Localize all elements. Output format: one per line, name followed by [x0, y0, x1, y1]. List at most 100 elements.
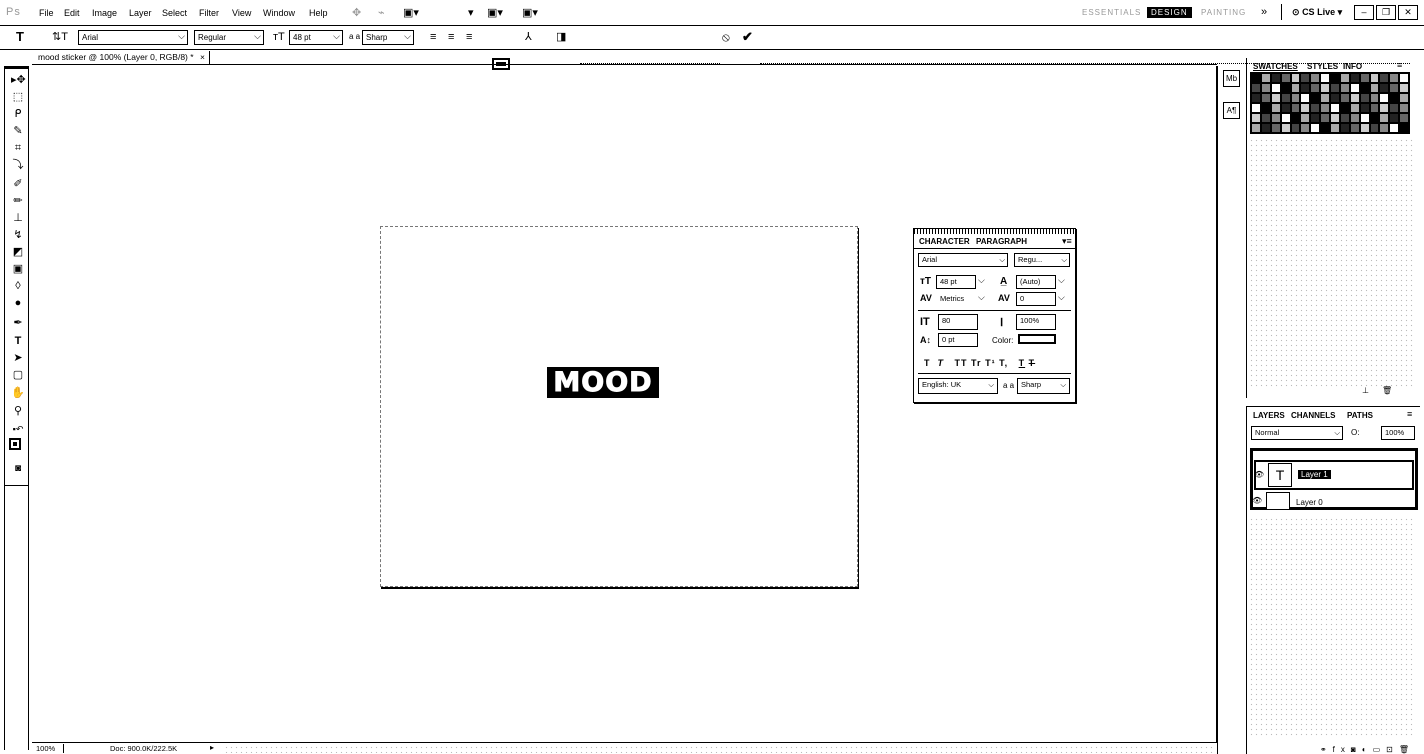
panel-grip[interactable]: [914, 229, 1075, 234]
swatch[interactable]: [1399, 103, 1409, 113]
visibility-eye-icon[interactable]: 👁: [1252, 496, 1262, 505]
char-baseline-field[interactable]: 0 pt: [938, 333, 978, 347]
blend-mode-select[interactable]: Normal ⌵: [1251, 426, 1343, 440]
swatch[interactable]: [1330, 83, 1340, 93]
swatch[interactable]: [1310, 93, 1321, 103]
swatch[interactable]: [1310, 73, 1321, 83]
tab-character[interactable]: CHARACTER: [919, 237, 970, 246]
clone-stamp-tool-icon[interactable]: ⊥: [11, 212, 25, 224]
swatch[interactable]: [1300, 103, 1311, 113]
swatch[interactable]: [1280, 73, 1291, 83]
brush-tool-icon[interactable]: ✏: [11, 195, 25, 207]
more-workspaces-button[interactable]: »: [1261, 6, 1267, 18]
font-style-select[interactable]: Regular ⌵: [194, 30, 264, 45]
swatch[interactable]: [1260, 93, 1271, 103]
crop-tool-icon[interactable]: ⌗: [11, 142, 25, 154]
cs-live-button[interactable]: ⊙ CS Live ▾: [1292, 7, 1342, 18]
swatch[interactable]: [1369, 93, 1380, 103]
swatch[interactable]: [1359, 103, 1370, 113]
close-button[interactable]: ✕: [1398, 5, 1418, 20]
document-tab[interactable]: mood sticker @ 100% (Layer 0, RGB/8) * ×: [34, 51, 210, 65]
char-font-family-select[interactable]: Arial ⌵: [918, 253, 1008, 267]
mask-icon[interactable]: ◙: [1351, 745, 1362, 754]
swatch[interactable]: [1260, 103, 1271, 113]
tab-swatches[interactable]: SWATCHES: [1253, 62, 1298, 71]
swatch[interactable]: [1389, 113, 1400, 123]
delete-layer-icon[interactable]: 🗑: [1399, 745, 1415, 754]
marquee-tool-icon[interactable]: ⬚: [11, 91, 25, 103]
char-horizontal-scale-field[interactable]: 100%: [1016, 314, 1056, 330]
swatch[interactable]: [1290, 93, 1301, 103]
swatch[interactable]: [1359, 93, 1370, 103]
swatch[interactable]: [1280, 113, 1291, 123]
swatch[interactable]: [1399, 93, 1409, 103]
swatch[interactable]: [1389, 83, 1400, 93]
char-font-style-select[interactable]: Regu... ⌵: [1014, 253, 1070, 267]
swatch[interactable]: [1379, 73, 1390, 83]
swatch[interactable]: [1369, 123, 1380, 133]
swatch[interactable]: [1320, 83, 1330, 93]
chevron-down-icon[interactable]: ⌵: [1058, 292, 1065, 303]
swatch[interactable]: [1290, 73, 1301, 83]
all-caps-button[interactable]: TT: [955, 358, 968, 368]
swatch[interactable]: [1339, 73, 1350, 83]
swatch[interactable]: [1379, 93, 1390, 103]
swatch[interactable]: [1369, 113, 1380, 123]
chevron-down-icon[interactable]: ⌵: [978, 275, 985, 286]
swatch[interactable]: [1300, 93, 1311, 103]
menu-select[interactable]: Select: [162, 8, 187, 18]
swatch[interactable]: [1251, 123, 1261, 133]
swatch[interactable]: [1260, 83, 1271, 93]
vertical-scrollbar[interactable]: [1219, 128, 1228, 750]
panel-menu-icon[interactable]: ≡: [1407, 409, 1412, 419]
quick-mask-icon[interactable]: ◙: [11, 463, 25, 475]
swatch[interactable]: [1290, 123, 1301, 133]
zoom-level[interactable]: 100%: [36, 744, 65, 753]
swatch[interactable]: [1310, 123, 1321, 133]
swatch[interactable]: [1359, 123, 1370, 133]
menu-image[interactable]: Image: [92, 8, 117, 18]
restore-button[interactable]: ❐: [1376, 5, 1396, 20]
dodge-tool-icon[interactable]: ●: [11, 297, 25, 309]
char-leading-field[interactable]: (Auto): [1016, 275, 1056, 289]
type-tool-preset-icon[interactable]: T: [16, 30, 24, 44]
canvas[interactable]: [380, 226, 858, 587]
faux-bold-button[interactable]: T: [924, 358, 931, 368]
new-swatch-icon[interactable]: ⊥: [1362, 386, 1369, 395]
minimize-button[interactable]: –: [1354, 5, 1374, 20]
char-vertical-scale-field[interactable]: 80: [938, 314, 978, 330]
swatch[interactable]: [1379, 83, 1390, 93]
swatch[interactable]: [1290, 83, 1301, 93]
layer-name[interactable]: Layer 1: [1298, 470, 1331, 479]
swatch[interactable]: [1389, 103, 1400, 113]
swatch[interactable]: [1349, 113, 1360, 123]
swatch[interactable]: [1251, 93, 1261, 103]
tab-paths[interactable]: PATHS: [1347, 411, 1373, 420]
lasso-tool-icon[interactable]: ᑭ: [11, 108, 25, 120]
opacity-field[interactable]: 100%: [1381, 426, 1415, 440]
tab-channels[interactable]: CHANNELS: [1291, 411, 1335, 420]
swatch[interactable]: [1270, 83, 1281, 93]
swatch[interactable]: [1389, 73, 1400, 83]
font-size-select[interactable]: 48 pt ⌵: [289, 30, 343, 45]
swatch[interactable]: [1300, 123, 1311, 133]
align-center-icon[interactable]: ≡: [448, 30, 454, 44]
font-family-select[interactable]: Arial ⌵: [78, 30, 188, 45]
swatch[interactable]: [1369, 83, 1380, 93]
swatch[interactable]: [1251, 83, 1261, 93]
swatch[interactable]: [1290, 113, 1301, 123]
swatch[interactable]: [1339, 113, 1350, 123]
eyedropper-tool-icon[interactable]: ⤵: [11, 159, 25, 171]
link-layers-icon[interactable]: ⚭: [1320, 745, 1333, 754]
commit-edits-icon[interactable]: ✔: [742, 30, 753, 44]
swatch[interactable]: [1399, 113, 1409, 123]
arrange-docs-icon[interactable]: ▣▾: [403, 6, 419, 19]
swatch[interactable]: [1399, 83, 1409, 93]
swatch[interactable]: [1300, 73, 1311, 83]
swatch[interactable]: [1339, 103, 1350, 113]
menu-edit[interactable]: Edit: [64, 8, 80, 18]
swatch[interactable]: [1399, 123, 1409, 133]
swatch[interactable]: [1349, 123, 1360, 133]
navigator-icon[interactable]: Mb: [1223, 70, 1240, 87]
horizontal-scrollbar[interactable]: [224, 745, 1214, 753]
